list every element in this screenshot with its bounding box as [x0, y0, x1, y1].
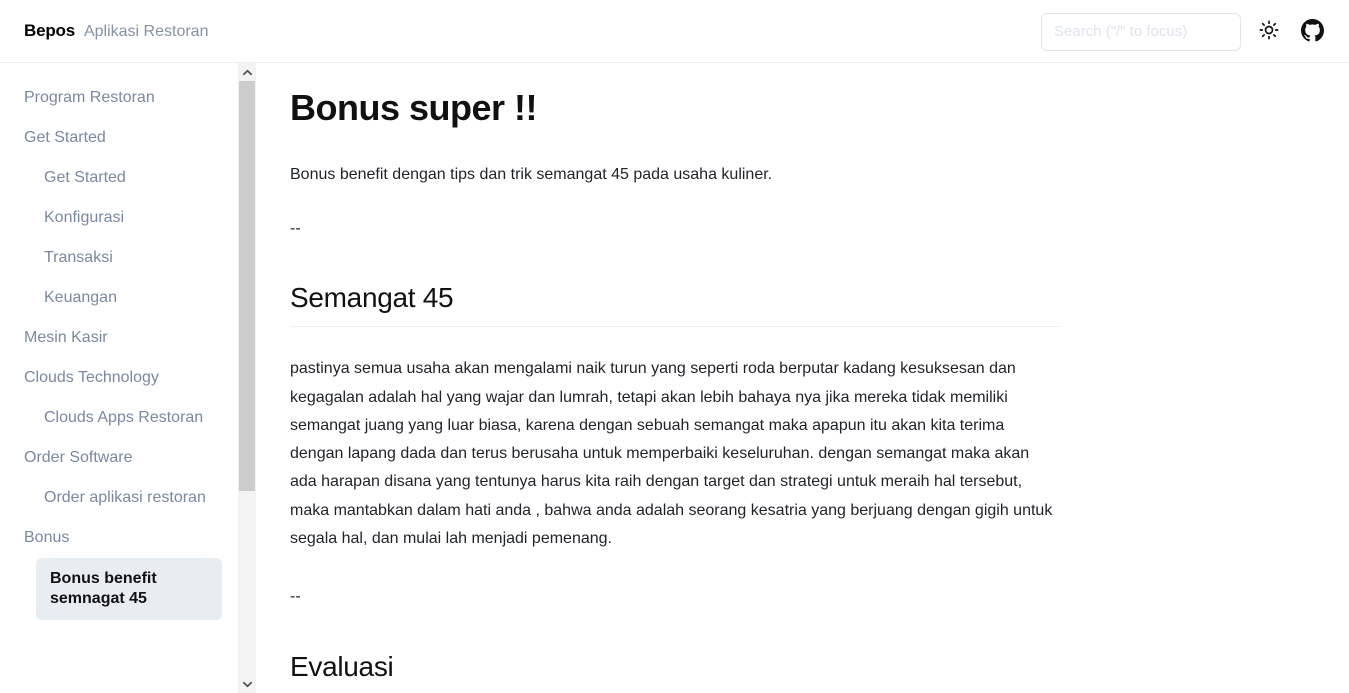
scrollbar-up-button[interactable] [239, 63, 256, 81]
sidebar-item-bonus[interactable]: Bonus [0, 518, 238, 558]
sidebar-nav: Program Restoran Get Started Get Started… [0, 63, 238, 693]
list-item: Order Software [0, 438, 238, 478]
intro-paragraph: Bonus benefit dengan tips dan trik seman… [290, 166, 773, 183]
scrollbar-down-button[interactable] [239, 675, 256, 693]
sidebar-list: Program Restoran Get Started Get Started… [0, 78, 238, 620]
github-link-button[interactable] [1297, 17, 1327, 47]
section-heading-evaluasi: Evaluasi [290, 651, 1060, 693]
brand-name: Bepos [24, 21, 75, 40]
main-content: Bonus super !! Bonus benefit dengan tips… [256, 63, 1349, 693]
list-item: Clouds Technology [0, 358, 238, 398]
scrollbar-thumb[interactable] [239, 81, 256, 491]
brand[interactable]: Bepos Aplikasi Restoran [24, 21, 208, 41]
sidebar-item-konfigurasi[interactable]: Konfigurasi [0, 198, 238, 238]
separator-1: -- [290, 220, 301, 237]
list-item: Clouds Apps Restoran [0, 398, 238, 438]
chevron-down-icon [243, 675, 252, 693]
sidebar-scrollbar[interactable] [238, 63, 256, 693]
sidebar-item-order-software[interactable]: Order Software [0, 438, 238, 478]
section-body-semangat-45: pastinya semua usaha akan mengalami naik… [290, 360, 1053, 548]
list-item: Transaksi [0, 238, 238, 278]
list-item: Program Restoran [0, 78, 238, 118]
search-input[interactable] [1041, 12, 1241, 51]
list-item: Get Started [0, 118, 238, 158]
sidebar-item-get-started[interactable]: Get Started [0, 118, 238, 158]
brand-subtitle: Aplikasi Restoran [83, 23, 209, 40]
sidebar-item-clouds-technology[interactable]: Clouds Technology [0, 358, 238, 398]
sidebar-item-mesin-kasir[interactable]: Mesin Kasir [0, 318, 238, 358]
app-header: Bepos Aplikasi Restoran [0, 0, 1349, 63]
list-item: Get Started [0, 158, 238, 198]
sidebar-item-transaksi[interactable]: Transaksi [0, 238, 238, 278]
sidebar-item-bonus-benefit-semnagat-45[interactable]: Bonus benefit semnagat 45 [36, 558, 222, 620]
list-item: Bonus [0, 518, 238, 558]
list-item: Order aplikasi restoran [0, 478, 238, 518]
sun-icon [1259, 20, 1279, 43]
list-item: Keuangan [0, 278, 238, 318]
chevron-up-icon [243, 63, 252, 81]
sidebar-item-program-restoran[interactable]: Program Restoran [0, 78, 238, 118]
github-icon [1300, 18, 1324, 45]
list-item: Bonus benefit semnagat 45 [0, 558, 238, 620]
sidebar-item-clouds-apps-restoran[interactable]: Clouds Apps Restoran [0, 398, 238, 438]
theme-toggle-button[interactable] [1254, 17, 1284, 47]
section-heading-semangat-45: Semangat 45 [290, 282, 1060, 328]
sidebar-item-get-started-child[interactable]: Get Started [0, 158, 238, 198]
separator-2: -- [290, 588, 301, 606]
sidebar-item-keuangan[interactable]: Keuangan [0, 278, 238, 318]
page-title: Bonus super !! [290, 87, 538, 128]
header-actions [1041, 0, 1327, 63]
list-item: Mesin Kasir [0, 318, 238, 358]
sidebar-item-order-aplikasi-restoran[interactable]: Order aplikasi restoran [0, 478, 238, 518]
list-item: Konfigurasi [0, 198, 238, 238]
